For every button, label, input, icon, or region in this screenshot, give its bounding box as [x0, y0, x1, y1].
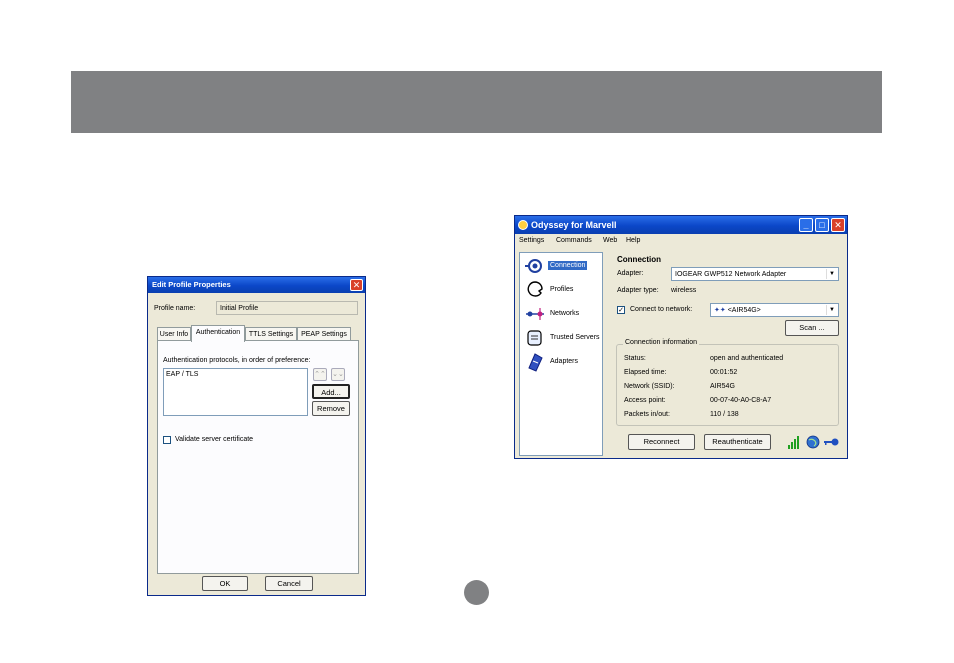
network-value: <AIR54G> — [727, 307, 761, 314]
protocols-list[interactable]: EAP / TLS — [163, 368, 308, 416]
authentication-panel: Authentication protocols, in order of pr… — [157, 340, 359, 574]
network-ssid-label: Network (SSID): — [624, 383, 675, 390]
validate-server-label: Validate server certificate — [175, 436, 254, 443]
ok-button[interactable]: OK — [202, 576, 248, 591]
edit-profile-title: Edit Profile Properties — [152, 280, 231, 289]
close-icon: ✕ — [834, 220, 842, 230]
tab-authentication[interactable]: Authentication — [191, 325, 245, 342]
nav-label-connection: Connection — [548, 261, 588, 270]
tab-peap-settings-label: PEAP Settings — [301, 331, 347, 338]
nav-item-adapters[interactable]: Adapters — [523, 351, 601, 373]
connect-to-network-label: Connect to network: — [630, 306, 693, 313]
tab-user-info[interactable]: User Info — [157, 327, 191, 341]
connection-information-title: Connection information — [623, 339, 699, 346]
chevron-down-icon: ▼ — [826, 269, 837, 279]
list-item[interactable]: EAP / TLS — [166, 371, 198, 378]
reauthenticate-button[interactable]: Reauthenticate — [704, 434, 771, 450]
menu-web[interactable]: Web — [603, 237, 617, 244]
globe-icon — [806, 435, 820, 449]
edit-profile-titlebar: Edit Profile Properties ✕ — [148, 277, 365, 293]
networks-icon — [526, 308, 544, 320]
odyssey-title: Odyssey for Marvell — [531, 220, 617, 230]
elapsed-time-value: 00:01:52 — [710, 369, 738, 376]
tab-authentication-label: Authentication — [195, 329, 241, 336]
tab-ttls-settings[interactable]: TTLS Settings — [245, 327, 297, 341]
validate-server-checkbox[interactable] — [163, 436, 171, 444]
chevron-up-icon: ⌃⌃ — [314, 371, 326, 378]
close-button[interactable]: ✕ — [350, 279, 363, 291]
profile-name-label: Profile name: — [154, 305, 196, 312]
menu-help[interactable]: Help — [626, 237, 640, 244]
odyssey-window: Odyssey for Marvell _ □ ✕ Settings Comma… — [514, 215, 848, 459]
nav-label-profiles: Profiles — [550, 286, 574, 293]
nav-label-trusted-servers: Trusted Servers — [550, 334, 600, 341]
chevron-down-icon: ▼ — [826, 305, 837, 315]
network-ssid-value: AIR54G — [710, 383, 735, 390]
profile-name-value: Initial Profile — [220, 305, 259, 312]
network-select[interactable]: ✦✦ <AIR54G> ▼ — [710, 303, 839, 317]
nav-label-adapters: Adapters — [550, 358, 579, 365]
connection-information-group: Connection information Status: open and … — [616, 339, 839, 426]
section-title: Connection — [617, 255, 661, 264]
trusted-servers-icon — [527, 330, 542, 346]
profiles-icon — [527, 281, 543, 297]
status-value: open and authenticated — [710, 355, 784, 362]
odyssey-app-icon — [518, 220, 528, 230]
adapter-label: Adapter: — [617, 270, 644, 277]
close-icon: ✕ — [352, 280, 361, 290]
adapter-type-label: Adapter type: — [617, 287, 659, 294]
nav-item-connection[interactable]: Connection — [523, 255, 601, 277]
maximize-button[interactable]: □ — [815, 218, 829, 232]
access-point-label: Access point: — [624, 397, 666, 404]
minimize-icon: _ — [803, 220, 809, 230]
status-icons — [787, 434, 839, 450]
nav-label-networks: Networks — [550, 310, 580, 317]
tab-peap-settings[interactable]: PEAP Settings — [297, 327, 351, 341]
adapter-type-value: wireless — [671, 287, 697, 294]
remove-button[interactable]: Remove — [312, 401, 350, 416]
access-point-value: 00-07-40-A0-C8-A7 — [710, 397, 772, 404]
profile-name-field[interactable]: Initial Profile — [216, 301, 358, 315]
adapter-select[interactable]: IOGEAR GWP512 Network Adapter ▼ — [671, 267, 839, 281]
status-label: Status: — [624, 355, 646, 362]
odyssey-titlebar: Odyssey for Marvell _ □ ✕ — [515, 216, 847, 234]
key-icon — [824, 438, 839, 446]
maximize-icon: □ — [819, 220, 825, 230]
tab-user-info-label: User Info — [159, 331, 189, 338]
navigation-pane: Connection Profiles Networks Trusted Ser… — [519, 252, 603, 456]
chevron-down-icon: ⌄⌄ — [332, 371, 344, 378]
nav-item-networks[interactable]: Networks — [523, 303, 601, 325]
adapters-icon — [528, 353, 543, 372]
move-down-button[interactable]: ⌄⌄ — [331, 368, 345, 381]
protocols-label: Authentication protocols, in order of pr… — [163, 357, 311, 364]
check-icon: ✓ — [618, 307, 624, 314]
header-banner — [71, 71, 882, 133]
minimize-button[interactable]: _ — [799, 218, 813, 232]
packets-value: 110 / 138 — [710, 411, 739, 418]
adapter-value: IOGEAR GWP512 Network Adapter — [675, 271, 787, 278]
signal-strength-icon — [788, 436, 799, 449]
close-button[interactable]: ✕ — [831, 218, 845, 232]
tab-ttls-settings-label: TTLS Settings — [248, 331, 294, 338]
menu-bar: Settings Commands Web Help — [515, 234, 847, 248]
network-icon: ✦✦ — [714, 307, 726, 314]
edit-profile-dialog: Edit Profile Properties ✕ Profile name: … — [147, 276, 366, 596]
nav-item-trusted-servers[interactable]: Trusted Servers — [523, 327, 601, 349]
move-up-button[interactable]: ⌃⌃ — [313, 368, 327, 381]
elapsed-time-label: Elapsed time: — [624, 369, 667, 376]
add-button[interactable]: Add... — [312, 384, 350, 399]
reconnect-button[interactable]: Reconnect — [628, 434, 695, 450]
packets-label: Packets in/out: — [624, 411, 670, 418]
menu-commands[interactable]: Commands — [556, 237, 592, 244]
connection-icon — [525, 259, 542, 273]
scan-button[interactable]: Scan ... — [785, 320, 839, 336]
cancel-button[interactable]: Cancel — [265, 576, 313, 591]
menu-settings[interactable]: Settings — [519, 237, 544, 244]
page-number-dot — [464, 580, 489, 605]
nav-item-profiles[interactable]: Profiles — [523, 279, 601, 301]
connect-to-network-checkbox[interactable]: ✓ — [617, 306, 625, 314]
